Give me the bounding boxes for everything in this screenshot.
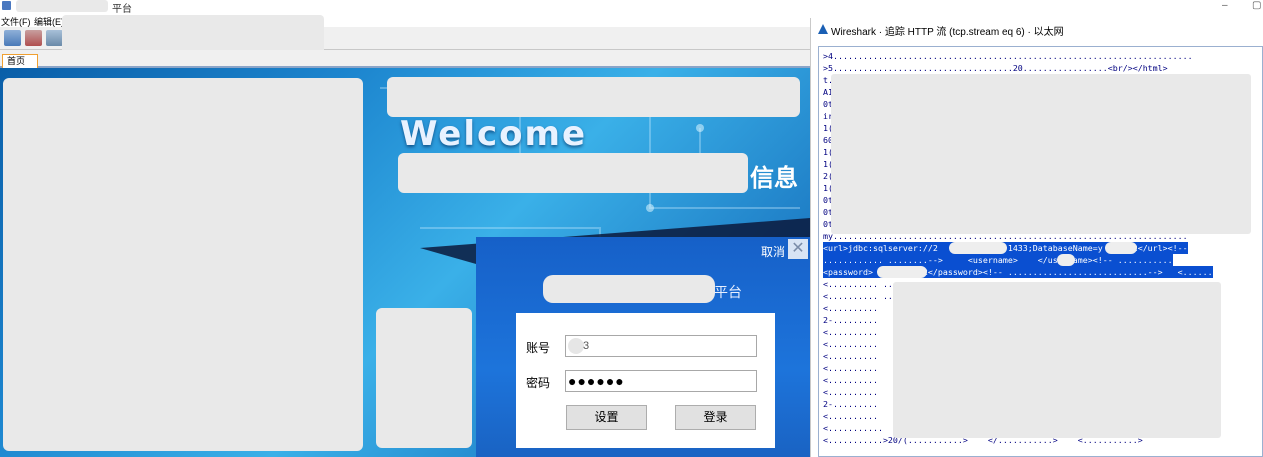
account-value: 3	[583, 340, 590, 352]
redacted-stream-block-bottom	[893, 282, 1221, 438]
stream-line: >5....................................20…	[823, 63, 1168, 73]
password-mask: ●●●●●●	[568, 373, 625, 389]
http-stream-pane[interactable]: >4......................................…	[818, 46, 1263, 457]
app-icon	[2, 1, 11, 10]
account-label: 账号	[526, 341, 551, 355]
account-avatar	[568, 338, 584, 354]
login-button[interactable]: 登录	[675, 405, 756, 430]
wireshark-title: Wireshark · 追踪 HTTP 流 (tcp.stream eq 6) …	[831, 27, 1064, 38]
stream-line: <..........	[823, 339, 878, 349]
stream-line: <..........	[823, 387, 878, 397]
redacted-app-name	[16, 0, 108, 12]
redacted-db-name	[1105, 242, 1137, 254]
stream-line: ............ ........--> <username> </us…	[823, 254, 1173, 266]
redacted-password	[877, 266, 927, 278]
toolbar-db-icon-2[interactable]	[25, 30, 42, 46]
app-title-bar: 平台	[0, 0, 810, 15]
redacted-banner-top	[387, 77, 800, 117]
cancel-label[interactable]: 取消	[761, 243, 785, 260]
login-form: 账号 3 密码 ●●●●●● 设置 登录	[516, 313, 775, 448]
welcome-heading: Welcome	[400, 114, 588, 154]
stream-line: <..........	[823, 303, 878, 313]
redacted-stream-block-top	[831, 74, 1251, 234]
banner-info-text: 信息	[750, 165, 798, 192]
redacted-username	[1057, 254, 1075, 266]
settings-button[interactable]: 设置	[566, 405, 647, 430]
tab-home[interactable]: 首页	[2, 54, 38, 68]
redacted-banner-subtitle	[398, 153, 748, 193]
tab-strip	[0, 50, 810, 68]
redacted-url-host	[949, 242, 1007, 254]
redacted-left-panel	[3, 78, 363, 451]
stream-line: >4......................................…	[823, 51, 1193, 61]
toolbar-db-icon-3[interactable]	[46, 30, 63, 46]
window-maximize-button[interactable]: ▢	[1252, 0, 1261, 11]
account-input[interactable]: 3	[565, 335, 757, 357]
login-dialog: 取消 ✕ 平台 账号 3 密码 ●●●●●● 设置 登录	[476, 237, 810, 457]
redacted-platform-name	[543, 275, 715, 303]
wireshark-fin-icon	[818, 24, 828, 34]
password-input[interactable]: ●●●●●●	[565, 370, 757, 392]
platform-suffix: 平台	[714, 284, 742, 300]
window-minimize-button[interactable]: –	[1222, 0, 1228, 11]
toolbar-db-icon-1[interactable]	[4, 30, 21, 46]
password-label: 密码	[526, 376, 551, 390]
redacted-left-panel-small	[376, 308, 472, 448]
close-icon[interactable]: ✕	[788, 239, 808, 259]
